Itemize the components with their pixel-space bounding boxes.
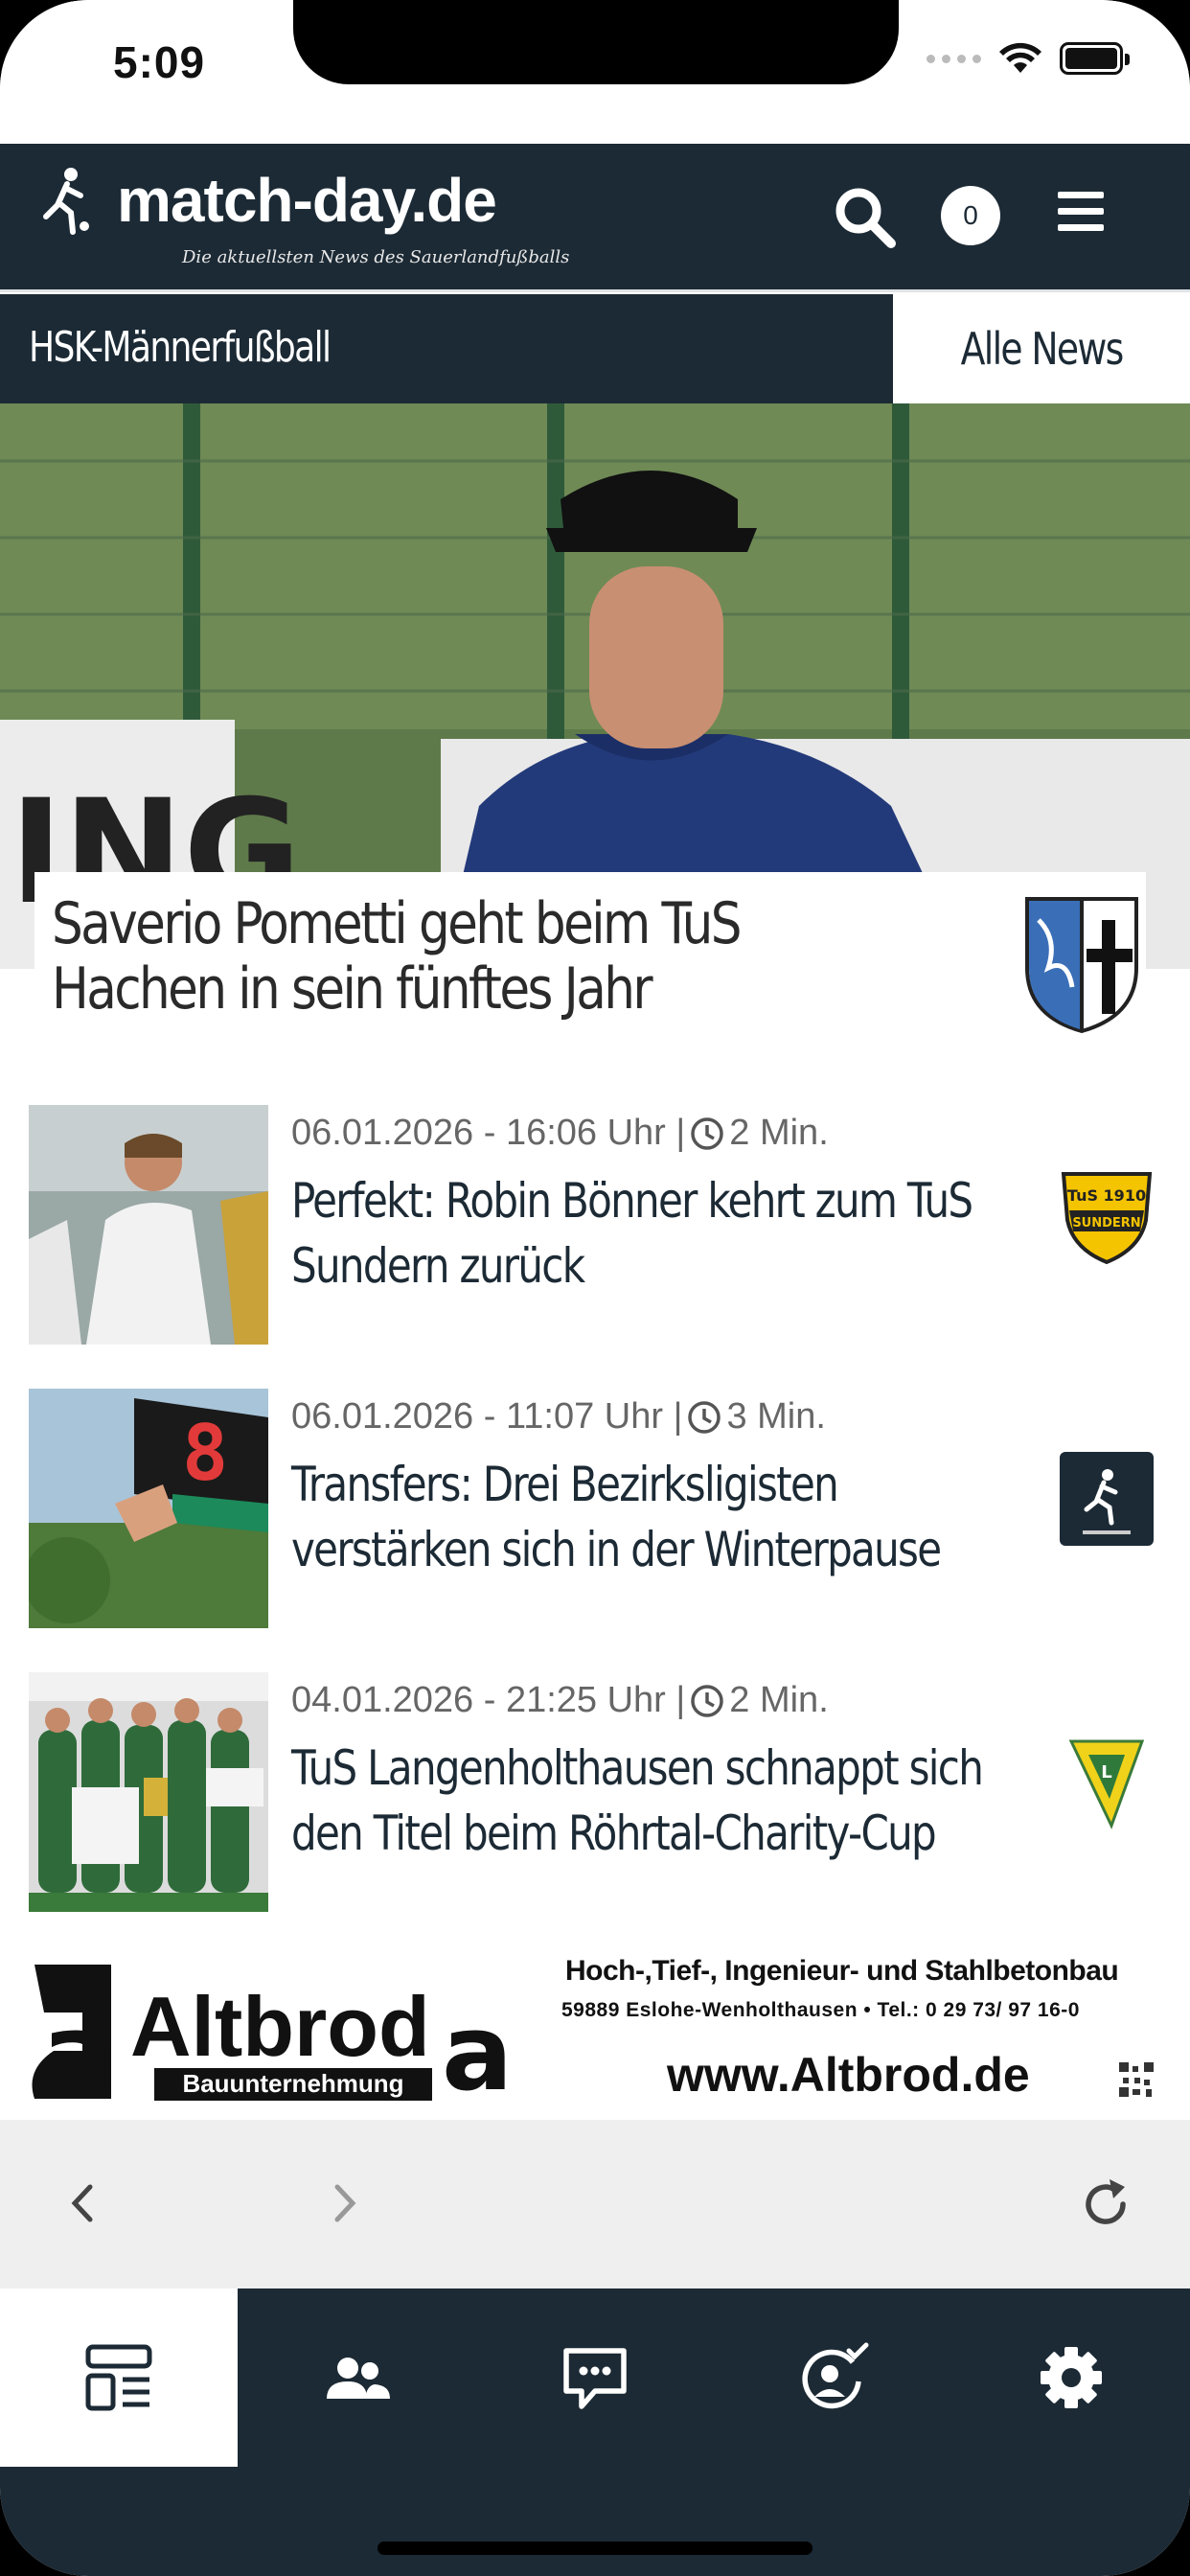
article-item[interactable]: 06.01.2026 - 16:06 Uhr | 2 Min. Perfekt:… xyxy=(0,1105,1190,1345)
svg-text:Altbrod: Altbrod xyxy=(130,1979,430,2074)
svg-text:8: 8 xyxy=(182,1409,228,1498)
svg-text:a: a xyxy=(442,1991,513,2114)
article-meta: 06.01.2026 - 16:06 Uhr | 2 Min. xyxy=(291,1113,829,1154)
category-bar: HSK-Männerfußball Alle News xyxy=(0,294,1190,403)
home-indicator xyxy=(378,2542,812,2555)
ad-address-text: 59889 Eslohe-Wenholthausen • Tel.: 0 29 … xyxy=(561,1999,1080,2021)
logo-text[interactable]: match-day.de xyxy=(117,165,497,236)
clock-icon xyxy=(691,1684,724,1717)
browser-nav-bar xyxy=(0,2120,1190,2288)
logo-tagline: Die aktuellsten News des Sauerlandfußbal… xyxy=(182,247,570,267)
all-news-button[interactable]: Alle News xyxy=(893,294,1190,403)
svg-text:TuS 1910: TuS 1910 xyxy=(1067,1186,1146,1205)
status-icons xyxy=(927,42,1130,75)
tus-hachen-crest-icon xyxy=(1025,897,1138,1034)
logo-player-icon[interactable] xyxy=(38,163,96,240)
ad-url-link[interactable]: www.Altbrod.de xyxy=(667,2047,1030,2103)
battery-icon xyxy=(1060,42,1130,75)
tab-settings[interactable] xyxy=(952,2288,1190,2467)
article-title[interactable]: TuS Langenholthausen schnappt sich den T… xyxy=(291,1736,984,1866)
article-read-time: 2 Min. xyxy=(729,1113,829,1153)
qr-code-icon xyxy=(1117,2060,1156,2099)
article-date: 06.01.2026 - 16:06 Uhr | xyxy=(291,1113,686,1153)
article-meta: 06.01.2026 - 11:07 Uhr | 3 Min. xyxy=(291,1396,826,1438)
wifi-icon xyxy=(999,42,1041,73)
back-icon[interactable] xyxy=(63,2179,102,2227)
article-read-time: 2 Min. xyxy=(729,1680,829,1720)
news-icon xyxy=(85,2344,152,2411)
match-day-logo-icon xyxy=(1060,1452,1154,1546)
svg-text:SUNDERN: SUNDERN xyxy=(1072,1216,1140,1230)
signal-icon xyxy=(927,54,981,63)
article-item[interactable]: 8 06.01.2026 - 11:07 Uhr | 3 Min. Transf… xyxy=(0,1389,1190,1628)
forward-icon[interactable] xyxy=(326,2179,364,2227)
clock-icon xyxy=(688,1400,721,1434)
tus-langenholthausen-crest-icon: L xyxy=(1068,1739,1145,1829)
search-icon[interactable] xyxy=(832,184,899,251)
clock-icon xyxy=(691,1116,724,1150)
tab-chat[interactable] xyxy=(476,2288,714,2467)
notch xyxy=(293,0,899,84)
settings-icon xyxy=(1041,2347,1102,2408)
header-divider xyxy=(0,289,1190,292)
phone-screen: 5:09 match-day.de Die aktuellsten News d… xyxy=(0,0,1190,2576)
status-time: 5:09 xyxy=(113,37,206,87)
all-news-label: Alle News xyxy=(960,323,1124,375)
app-header: match-day.de Die aktuellsten News des Sa… xyxy=(0,144,1190,292)
tab-profile[interactable] xyxy=(715,2288,952,2467)
ad-services-text: Hoch-,Tief-, Ingenieur- und Stahlbetonba… xyxy=(565,1955,1119,1987)
ad-banner[interactable]: a Altbrod Bauunternehmung a Hoch-,Tief-,… xyxy=(0,1936,1190,2120)
cart-count-badge[interactable]: 0 xyxy=(941,186,1000,245)
article-read-time: 3 Min. xyxy=(726,1396,826,1437)
tab-people[interactable] xyxy=(239,2288,476,2467)
hero-caption[interactable]: Saverio Pometti geht beim TuS Hachen in … xyxy=(34,872,1146,1035)
article-thumbnail[interactable]: 8 xyxy=(29,1389,268,1628)
people-icon xyxy=(327,2358,390,2399)
article-title[interactable]: Perfekt: Robin Bönner kehrt zum TuS Sund… xyxy=(291,1168,983,1299)
article-thumbnail[interactable] xyxy=(29,1105,268,1345)
chat-icon xyxy=(563,2348,627,2409)
bottom-tab-bar xyxy=(0,2288,1190,2576)
svg-text:a: a xyxy=(42,1991,113,2114)
article-date: 04.01.2026 - 21:25 Uhr | xyxy=(291,1680,686,1720)
hamburger-menu-icon[interactable] xyxy=(1058,192,1104,238)
svg-text:Bauunternehmung: Bauunternehmung xyxy=(182,2069,403,2098)
tus-sundern-crest-icon: TuS 1910 SUNDERN xyxy=(1061,1172,1153,1265)
profile-check-icon xyxy=(802,2342,869,2409)
article-thumbnail[interactable] xyxy=(29,1672,268,1912)
reload-icon[interactable] xyxy=(1077,2175,1134,2233)
status-bar: 5:09 xyxy=(0,0,1190,144)
article-title[interactable]: Transfers: Drei Bezirksligisten verstärk… xyxy=(291,1452,983,1582)
article-meta: 04.01.2026 - 21:25 Uhr | 2 Min. xyxy=(291,1680,829,1721)
article-item[interactable]: 04.01.2026 - 21:25 Uhr | 2 Min. TuS Lang… xyxy=(0,1672,1190,1912)
tab-news[interactable] xyxy=(0,2288,238,2467)
category-title: HSK-Männerfußball xyxy=(29,323,332,372)
article-date: 06.01.2026 - 11:07 Uhr | xyxy=(291,1396,683,1437)
svg-text:L: L xyxy=(1101,1762,1111,1782)
altbrod-logo: a Altbrod Bauunternehmung a xyxy=(32,1965,513,2114)
hero-title[interactable]: Saverio Pometti geht beim TuS Hachen in … xyxy=(52,891,876,1022)
